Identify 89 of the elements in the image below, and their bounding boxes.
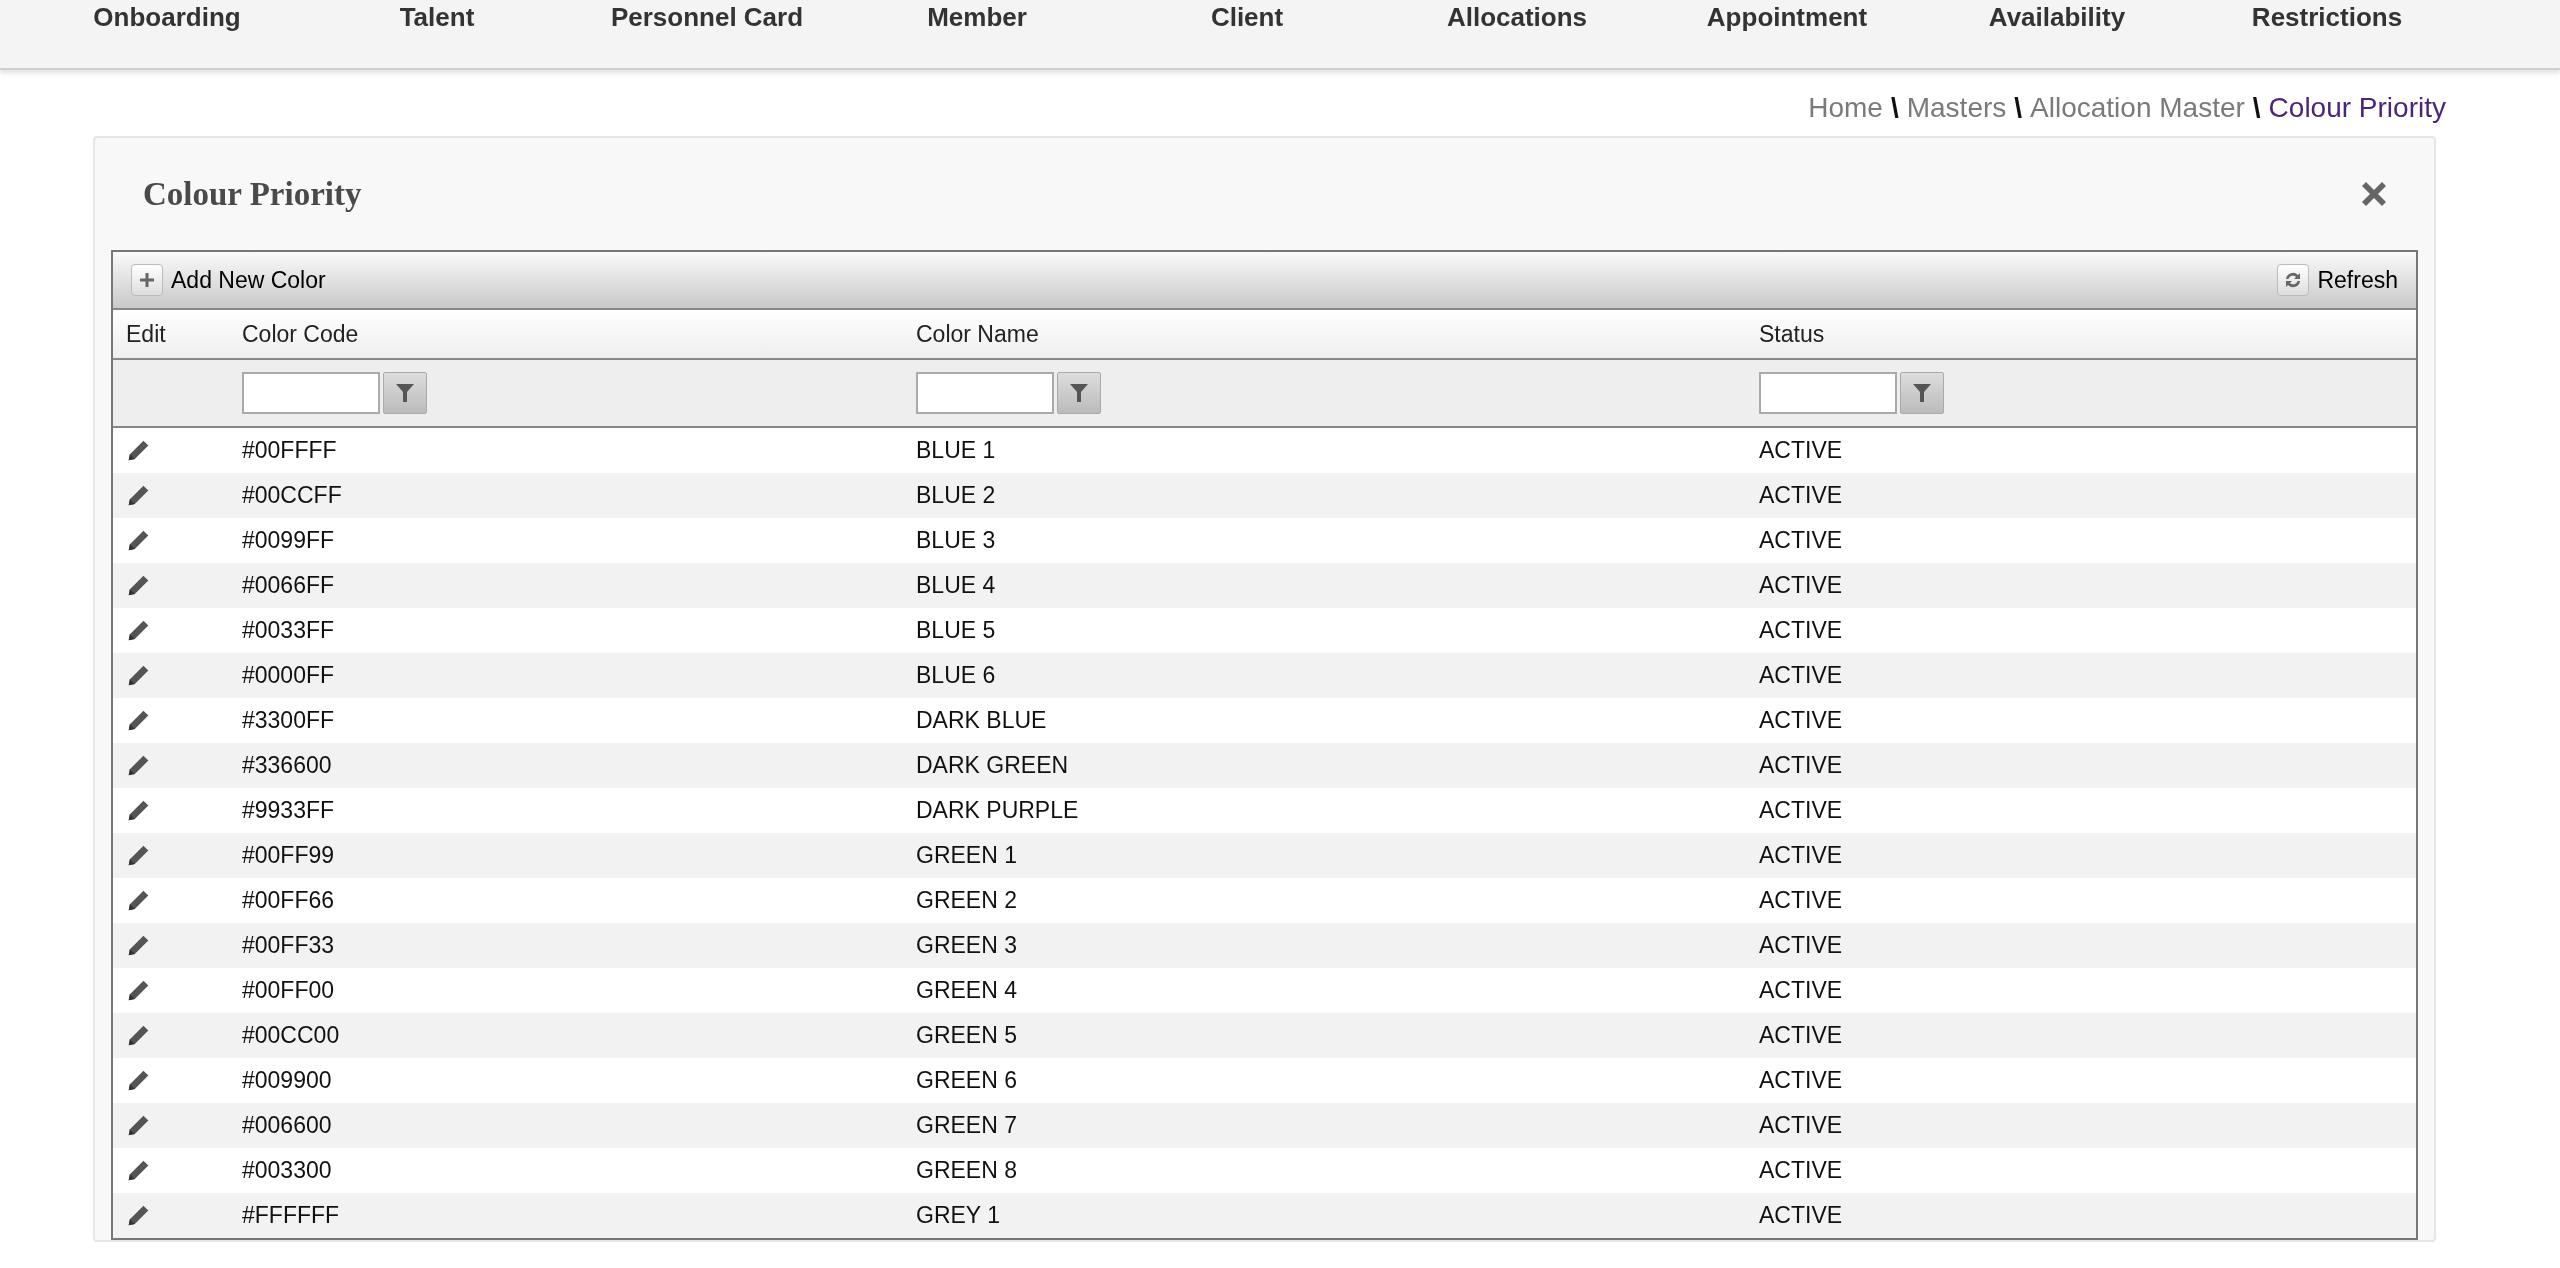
filter-field[interactable] bbox=[1759, 372, 1897, 414]
breadcrumb-separator: \ bbox=[1890, 92, 1899, 123]
color-name-cell-text: BLUE 3 bbox=[915, 527, 997, 554]
color-name-cell-text: DARK BLUE bbox=[915, 707, 1048, 734]
color-code-cell-text: #0099FF bbox=[241, 527, 336, 554]
color-name-cell-text: GREEN 7 bbox=[915, 1112, 1018, 1139]
status-cell-text: ACTIVE bbox=[1758, 797, 1844, 824]
color-code-cell-text: #0000FF bbox=[241, 662, 336, 689]
nav-link[interactable]: Talent bbox=[302, 2, 572, 32]
color-name-cell-text: GREEN 8 bbox=[915, 1157, 1018, 1184]
filter-icon bbox=[1912, 382, 1932, 404]
refresh-button[interactable]: Refresh bbox=[2277, 264, 2398, 296]
breadcrumb-link[interactable]: Allocation Master bbox=[2030, 92, 2245, 123]
status-cell-text: ACTIVE bbox=[1758, 752, 1844, 779]
color-code-cell-text: #336600 bbox=[241, 752, 333, 779]
filter-button[interactable] bbox=[1057, 372, 1101, 414]
color-code-cell-text: #3300FF bbox=[241, 707, 336, 734]
status-cell-text: ACTIVE bbox=[1758, 977, 1844, 1004]
breadcrumb-link[interactable]: Masters bbox=[1906, 92, 2007, 123]
status-cell-text: ACTIVE bbox=[1758, 662, 1844, 689]
breadcrumb-link[interactable]: Home bbox=[1808, 92, 1883, 123]
color-code-cell-text: #FFFFFF bbox=[241, 1202, 341, 1229]
color-code-cell-text: #9933FF bbox=[241, 797, 336, 824]
status-cell-text: ACTIVE bbox=[1758, 482, 1844, 509]
color-code-cell-text: #00FFFF bbox=[241, 437, 338, 464]
color-code-cell-text: #006600 bbox=[241, 1112, 333, 1139]
color-name-cell-text: GREEN 4 bbox=[915, 977, 1018, 1004]
color-name-cell-text: DARK GREEN bbox=[915, 752, 1070, 779]
color-name-cell-text: BLUE 1 bbox=[915, 437, 997, 464]
status-cell-text: ACTIVE bbox=[1758, 707, 1844, 734]
status-cell-text: ACTIVE bbox=[1758, 887, 1844, 914]
filter-icon bbox=[395, 382, 415, 404]
color-name-cell-text: BLUE 4 bbox=[915, 572, 997, 599]
status-cell-text: ACTIVE bbox=[1758, 1067, 1844, 1094]
nav-link[interactable]: Restrictions bbox=[2192, 2, 2462, 32]
color-name-cell-text: GREEN 3 bbox=[915, 932, 1018, 959]
nav-link[interactable]: Appointment bbox=[1652, 2, 1922, 32]
color-code-cell-text: #00CCFF bbox=[241, 482, 343, 509]
color-code-cell-text: #003300 bbox=[241, 1157, 333, 1184]
color-code-cell-text: #00FF00 bbox=[241, 977, 336, 1004]
color-code-cell-text: #00FF33 bbox=[241, 932, 336, 959]
color-code-cell-text: #0033FF bbox=[241, 617, 336, 644]
status-cell-text: ACTIVE bbox=[1758, 1022, 1844, 1049]
status-cell-text: ACTIVE bbox=[1758, 1112, 1844, 1139]
plus-icon bbox=[131, 264, 163, 296]
nav-link[interactable]: Onboarding bbox=[32, 2, 302, 32]
color-name-cell-text: GREEN 6 bbox=[915, 1067, 1018, 1094]
breadcrumb-separator: \ bbox=[2252, 92, 2261, 123]
status-cell-text: ACTIVE bbox=[1758, 1157, 1844, 1184]
nav-link[interactable]: Availability bbox=[1922, 2, 2192, 32]
color-code-cell-text: #009900 bbox=[241, 1067, 333, 1094]
filter-icon bbox=[1069, 382, 1089, 404]
color-code-cell-text: #00CC00 bbox=[241, 1022, 341, 1049]
color-name-cell-text: BLUE 2 bbox=[915, 482, 997, 509]
breadcrumb-separator: \ bbox=[2014, 92, 2023, 123]
color-name-cell-text: GREEN 5 bbox=[915, 1022, 1018, 1049]
add-new-color-button[interactable]: Add New Color bbox=[131, 264, 326, 296]
nav-link[interactable]: Allocations bbox=[1382, 2, 1652, 32]
column-header[interactable]: Color Name bbox=[903, 320, 1746, 348]
color-name-cell-text: BLUE 6 bbox=[915, 662, 997, 689]
filter-button[interactable] bbox=[383, 372, 427, 414]
close-icon[interactable] bbox=[2360, 180, 2388, 208]
color-code-cell-text: #0066FF bbox=[241, 572, 336, 599]
color-code-cell-text: #00FF99 bbox=[241, 842, 336, 869]
status-cell-text: ACTIVE bbox=[1758, 437, 1844, 464]
nav-link[interactable]: Personnel Card bbox=[572, 2, 842, 32]
color-name-cell-text: GREEN 1 bbox=[915, 842, 1018, 869]
status-cell-text: ACTIVE bbox=[1758, 572, 1844, 599]
status-cell-text: ACTIVE bbox=[1758, 932, 1844, 959]
breadcrumb-current[interactable]: Colour Priority bbox=[2268, 92, 2446, 123]
nav-link[interactable]: Client bbox=[1112, 2, 1382, 32]
status-cell-text: ACTIVE bbox=[1758, 617, 1844, 644]
color-name-cell-text: GREY 1 bbox=[915, 1202, 1001, 1229]
refresh-icon bbox=[2277, 264, 2310, 296]
status-cell-text: ACTIVE bbox=[1758, 527, 1844, 554]
color-code-cell-text: #00FF66 bbox=[241, 887, 336, 914]
filter-field[interactable] bbox=[916, 372, 1054, 414]
panel-title: Colour Priority bbox=[143, 175, 362, 213]
color-name-cell-text: BLUE 5 bbox=[915, 617, 997, 644]
column-header[interactable]: Edit bbox=[113, 320, 229, 348]
color-name-cell-text: GREEN 2 bbox=[915, 887, 1018, 914]
status-cell-text: ACTIVE bbox=[1758, 842, 1844, 869]
filter-button[interactable] bbox=[1900, 372, 1944, 414]
filter-field[interactable] bbox=[242, 372, 380, 414]
nav-link[interactable]: Member bbox=[842, 2, 1112, 32]
column-header[interactable]: Color Code bbox=[229, 320, 903, 348]
color-name-cell-text: DARK PURPLE bbox=[915, 797, 1080, 824]
status-cell-text: ACTIVE bbox=[1758, 1202, 1844, 1229]
column-header[interactable]: Status bbox=[1746, 320, 2416, 348]
